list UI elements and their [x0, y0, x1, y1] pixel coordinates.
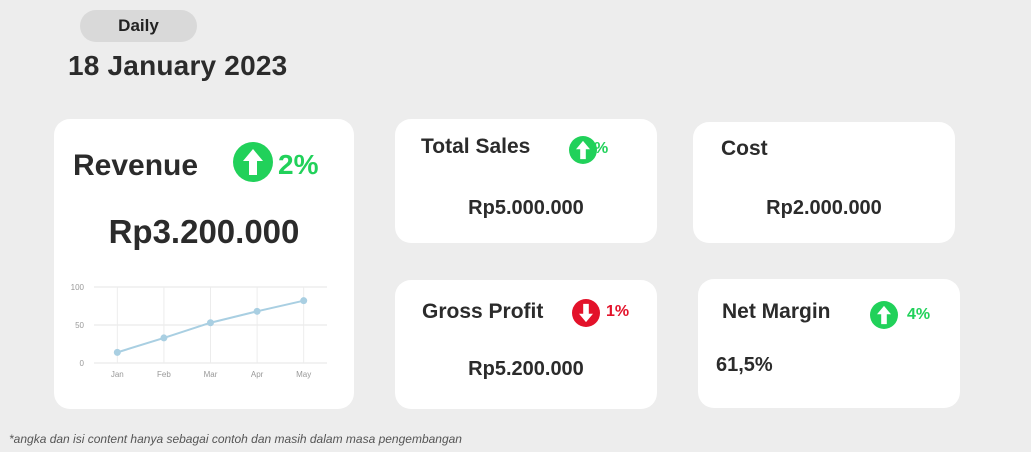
- gross-profit-value: Rp5.200.000: [468, 358, 584, 380]
- chart-data-point: [300, 297, 308, 305]
- chart-data-point: [253, 307, 261, 315]
- chart-x-tick-label: May: [296, 370, 311, 379]
- chart-x-tick-label: Jan: [111, 370, 124, 379]
- arrow-up-icon: [569, 136, 597, 164]
- period-toggle[interactable]: Daily: [80, 10, 197, 42]
- net-margin-change: 4%: [907, 306, 931, 323]
- arrow-down-icon: [572, 299, 600, 327]
- total-sales-value: Rp5.000.000: [468, 197, 584, 219]
- chart-y-tick-label: 0: [80, 359, 85, 368]
- chart-y-tick-label: 50: [75, 321, 84, 330]
- net-margin-title: Net Margin: [722, 300, 831, 323]
- revenue-line-chart: 0 50 100 Jan Feb Mar Apr May: [71, 283, 327, 379]
- cost-value: Rp2.000.000: [766, 197, 882, 219]
- total-sales-title: Total Sales: [421, 135, 531, 158]
- chart-x-tick-label: Mar: [204, 370, 218, 379]
- revenue-card[interactable]: Revenue 2% Rp3.200.000 0 50 100 Jan Feb Mar Ap…: [54, 119, 354, 409]
- gross-profit-title: Gross Profit: [422, 300, 544, 323]
- footnote: *angka dan isi content hanya sebagai con…: [9, 432, 462, 446]
- total-sales-card[interactable]: Total Sales % Rp5.000.000: [395, 119, 657, 243]
- total-sales-change: %: [594, 140, 609, 157]
- chart-data-point: [113, 348, 121, 356]
- chart-x-tick-label: Apr: [251, 370, 264, 379]
- chart-x-tick-label: Feb: [157, 370, 171, 379]
- net-margin-value: 61,5%: [716, 354, 773, 376]
- page-date: 18 January 2023: [68, 50, 288, 81]
- arrow-up-icon: [870, 301, 898, 329]
- cost-card[interactable]: Cost Rp2.000.000: [693, 122, 955, 243]
- chart-y-tick-label: 100: [71, 283, 85, 292]
- chart-data-point: [160, 334, 168, 342]
- cost-title: Cost: [721, 137, 768, 160]
- chart-data-point: [207, 319, 214, 327]
- net-margin-card[interactable]: Net Margin 4% 61,5%: [698, 279, 960, 408]
- gross-profit-card[interactable]: Gross Profit 1% Rp5.200.000: [395, 280, 657, 409]
- gross-profit-change: 1%: [606, 303, 630, 320]
